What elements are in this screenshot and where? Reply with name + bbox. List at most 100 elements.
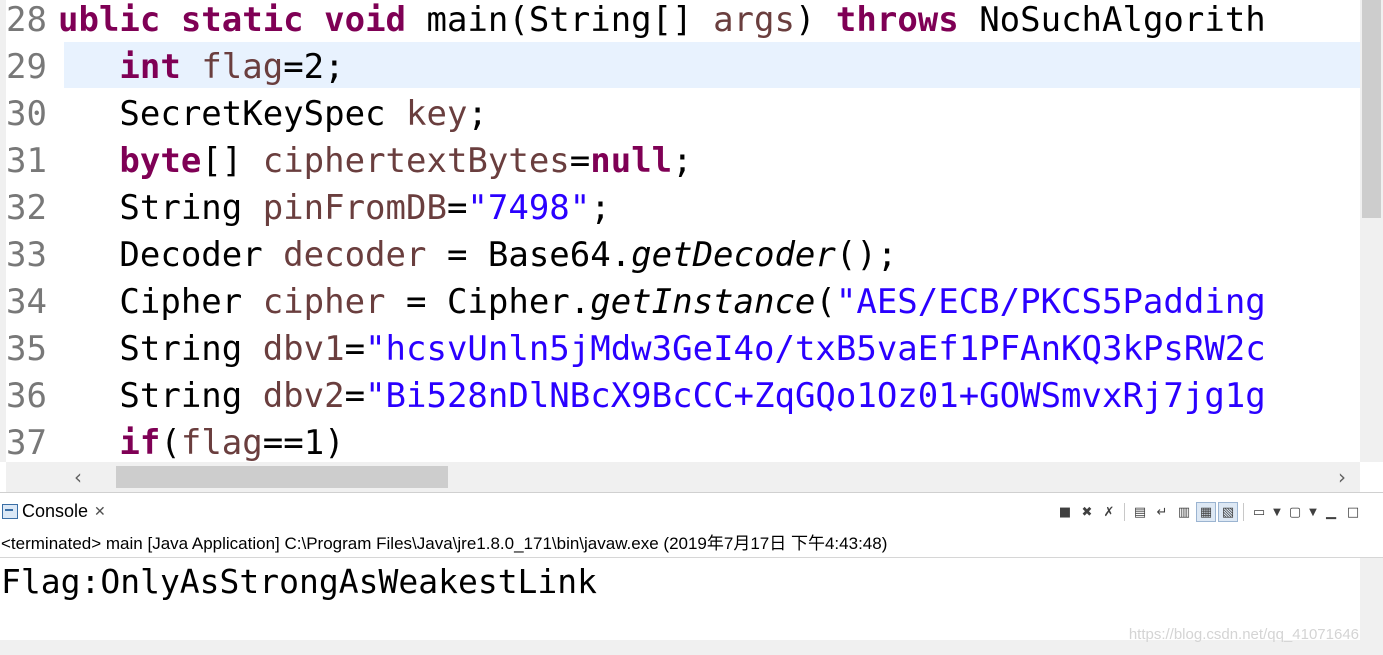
code-token: ( xyxy=(160,423,181,462)
code-token: decoder xyxy=(283,235,427,275)
maximize-icon[interactable]: □ xyxy=(1343,502,1363,522)
editor-vertical-scroll-thumb[interactable] xyxy=(1362,0,1381,218)
code-token: Cipher xyxy=(58,282,263,322)
code-line[interactable]: 37 if(flag==1) xyxy=(6,423,1360,462)
code-token: (); xyxy=(835,235,898,275)
code-token: [] xyxy=(201,141,263,181)
code-token: main(String[] xyxy=(426,0,714,40)
code-line[interactable]: 32 String pinFromDB="7498"; xyxy=(6,188,1360,235)
code-line[interactable]: 29 int flag=2; xyxy=(6,47,1360,94)
code-token: ; xyxy=(590,188,611,228)
code-text: SecretKeySpec key; xyxy=(58,94,488,134)
code-token: = Cipher. xyxy=(385,282,591,322)
terminate-icon[interactable]: ■ xyxy=(1055,502,1075,522)
code-text: byte[] ciphertextBytes=null; xyxy=(58,141,693,181)
code-area[interactable]: 28 ublic static void main(String[] args) … xyxy=(6,0,1360,462)
code-token: void xyxy=(324,0,427,40)
tab-console[interactable]: Console ✕ xyxy=(0,493,112,529)
code-token: = xyxy=(344,376,366,416)
console-icon xyxy=(2,503,18,519)
pin-console-icon[interactable]: ▧ xyxy=(1218,502,1238,522)
code-line[interactable]: 34 Cipher cipher = Cipher.getInstance("A… xyxy=(6,282,1360,329)
editor-horizontal-scrollbar[interactable]: ‹ › xyxy=(6,462,1360,492)
code-token: String xyxy=(58,329,263,369)
code-token: getDecoder xyxy=(631,235,836,275)
code-token: key xyxy=(406,94,468,134)
line-number: 37 xyxy=(6,423,47,462)
watermark: https://blog.csdn.net/qq_41071646 xyxy=(1128,626,1359,643)
code-token: String xyxy=(58,188,263,228)
code-text: ublic static void main(String[] args) th… xyxy=(58,0,1266,40)
code-text: if(flag==1) xyxy=(58,423,344,462)
line-number: 28 xyxy=(6,0,47,40)
show-stderr-icon[interactable]: ▦ xyxy=(1196,502,1216,522)
code-token: args xyxy=(713,0,795,40)
code-token: = Base64. xyxy=(426,235,632,275)
chevron-down-icon[interactable]: ▼ xyxy=(1271,502,1283,522)
line-number: 34 xyxy=(6,282,47,322)
word-wrap-icon[interactable]: ↵ xyxy=(1152,502,1172,522)
code-token: byte xyxy=(119,141,202,181)
code-token: dbv1 xyxy=(262,329,345,369)
code-token: null xyxy=(590,141,673,181)
minimize-icon[interactable]: ▁ xyxy=(1321,502,1341,522)
code-text: String dbv2="Bi528nDlNBcX9BcCC+ZqGQo1Oz0… xyxy=(58,376,1266,416)
code-token: throws xyxy=(835,0,980,40)
line-number: 33 xyxy=(6,235,47,275)
code-token: ; xyxy=(672,141,693,181)
code-token: Decoder xyxy=(58,235,284,275)
code-text: String dbv1="hcsvUnln5jMdw3GeI4o/txB5vaE… xyxy=(58,329,1266,369)
code-line[interactable]: 33 Decoder decoder = Base64.getDecoder()… xyxy=(6,235,1360,282)
show-stdout-icon[interactable]: ▥ xyxy=(1174,502,1194,522)
close-icon[interactable]: ✕ xyxy=(94,503,106,520)
console-toolbar: ■ ✖ ✗ ▤ ↵ ▥ ▦ ▧ ▭ ▼ ▢ ▼ ▁ □ xyxy=(1055,501,1363,523)
code-token: "7498" xyxy=(467,188,591,228)
code-token: static xyxy=(180,0,325,40)
chevron-down-icon[interactable]: ▼ xyxy=(1307,502,1319,522)
code-token: pinFromDB xyxy=(262,188,447,228)
display-console-icon[interactable]: ▭ xyxy=(1249,502,1269,522)
code-token: "hcsvUnln5jMdw3GeI4o/txB5vaEf1PFAnKQ3kPs… xyxy=(365,329,1266,369)
code-token: ) xyxy=(794,0,836,40)
code-token: getInstance xyxy=(590,282,816,322)
console-tabbar: Console ✕ ■ ✖ ✗ ▤ ↵ ▥ ▦ ▧ ▭ ▼ ▢ ▼ ▁ □ xyxy=(0,492,1383,529)
line-number: 29 xyxy=(6,47,47,87)
code-editor[interactable]: 28 ublic static void main(String[] args) … xyxy=(0,0,1383,492)
code-token: ciphertextBytes xyxy=(262,141,570,181)
code-line[interactable]: 36 String dbv2="Bi528nDlNBcX9BcCC+ZqGQo1… xyxy=(6,376,1360,423)
code-token: "AES/ECB/PKCS5Padding xyxy=(835,282,1266,322)
code-token: dbv2 xyxy=(262,376,345,416)
code-token: NoSuchAlgorith xyxy=(979,0,1266,40)
code-token: ( xyxy=(815,282,836,322)
scroll-lock-icon[interactable]: ▤ xyxy=(1130,502,1150,522)
code-token: int xyxy=(119,47,202,87)
editor-vertical-scrollbar[interactable] xyxy=(1360,0,1383,462)
code-token: if xyxy=(119,423,161,462)
remove-launch-icon[interactable]: ✖ xyxy=(1077,502,1097,522)
tab-console-label: Console xyxy=(22,500,89,521)
new-console-icon[interactable]: ▢ xyxy=(1285,502,1305,522)
code-token: = xyxy=(344,329,366,369)
scroll-right-arrow-icon[interactable]: › xyxy=(1330,465,1354,489)
code-token: flag xyxy=(180,423,263,462)
code-line[interactable]: 31 byte[] ciphertextBytes=null; xyxy=(6,141,1360,188)
editor-horizontal-scroll-thumb[interactable] xyxy=(116,466,448,488)
code-line[interactable]: 35 String dbv1="hcsvUnln5jMdw3GeI4o/txB5… xyxy=(6,329,1360,376)
console-vertical-scrollbar[interactable] xyxy=(1360,558,1383,655)
code-token: ublic xyxy=(58,0,181,40)
remove-all-terminated-icon[interactable]: ✗ xyxy=(1099,502,1119,522)
code-text: Decoder decoder = Base64.getDecoder(); xyxy=(58,235,897,275)
code-token: "Bi528nDlNBcX9BcCC+ZqGQo1Oz01+GOWSmvxRj7… xyxy=(365,376,1266,416)
line-number: 35 xyxy=(6,329,47,369)
code-token: String xyxy=(58,376,263,416)
code-token: ; xyxy=(467,94,488,134)
code-line[interactable]: 30 SecretKeySpec key; xyxy=(6,94,1360,141)
line-number: 32 xyxy=(6,188,47,228)
scroll-left-arrow-icon[interactable]: ‹ xyxy=(66,465,90,489)
code-line[interactable]: 28 ublic static void main(String[] args) … xyxy=(6,0,1360,47)
code-token: = xyxy=(446,188,468,228)
line-number: 36 xyxy=(6,376,47,416)
